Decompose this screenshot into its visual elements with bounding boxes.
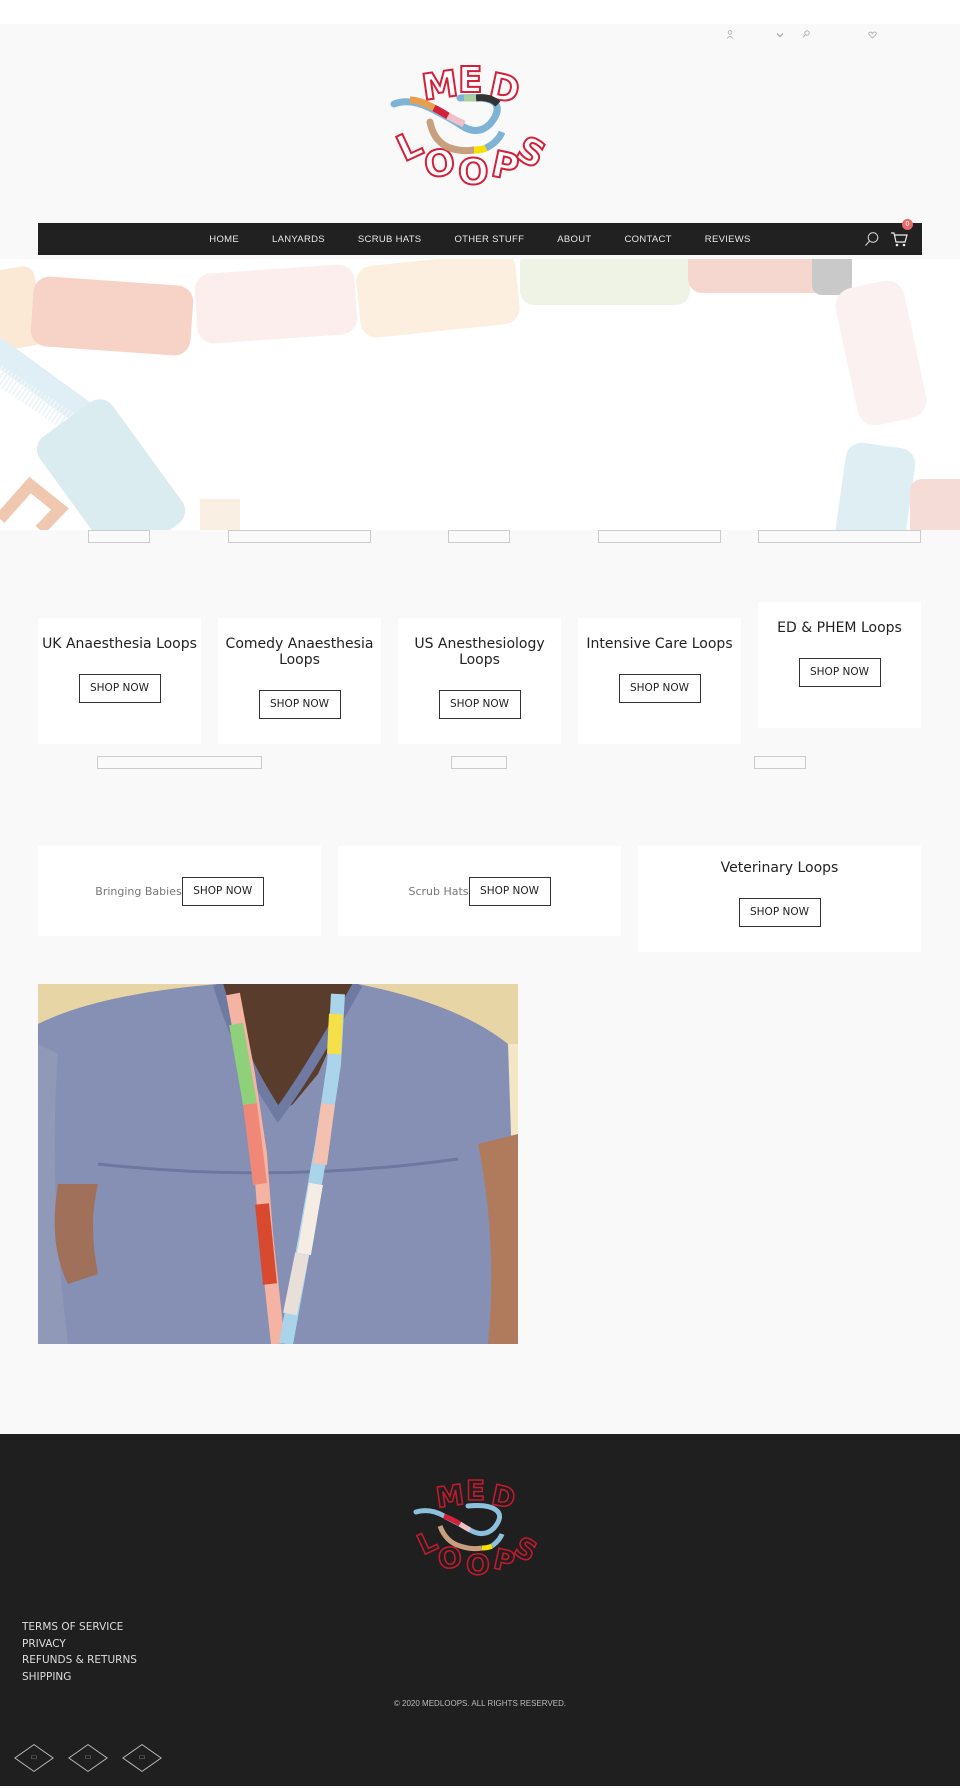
category-title: Bringing Babies bbox=[95, 884, 182, 898]
category-card: US Anesthesiology Loops SHOP NOW bbox=[398, 618, 561, 744]
cart-icon[interactable] bbox=[890, 231, 908, 247]
hero-banner bbox=[0, 259, 960, 530]
instagram-icon[interactable]: □ bbox=[68, 1744, 108, 1772]
category-tile: ED & PHEM Loops SHOP NOW bbox=[758, 530, 921, 728]
cart-count-badge: 0 bbox=[902, 219, 913, 230]
category-image-placeholder bbox=[758, 530, 921, 543]
category-card: Comedy Anaesthesia Loops SHOP NOW bbox=[218, 618, 381, 744]
category-image-placeholder bbox=[754, 756, 806, 769]
category-title: ED & PHEM Loops bbox=[777, 620, 902, 636]
shop-now-button[interactable]: SHOP NOW bbox=[78, 674, 161, 703]
svg-text:O: O bbox=[466, 1548, 490, 1581]
top-strip bbox=[0, 0, 960, 24]
search-icon[interactable] bbox=[802, 30, 810, 42]
category-tile: Scrub Hats SHOP NOW bbox=[338, 756, 621, 936]
category-image-placeholder bbox=[448, 530, 510, 543]
shop-now-button[interactable]: SHOP NOW bbox=[738, 898, 821, 927]
footer-link-shipping[interactable]: SHIPPING bbox=[22, 1669, 137, 1686]
svg-text:O: O bbox=[458, 152, 489, 193]
category-title: Comedy Anaesthesia Loops bbox=[225, 636, 374, 668]
chevron-down-icon[interactable] bbox=[776, 30, 784, 42]
category-title: US Anesthesiology Loops bbox=[414, 636, 545, 668]
category-tile: Veterinary Loops SHOP NOW bbox=[638, 756, 921, 952]
category-card: ED & PHEM Loops SHOP NOW bbox=[758, 602, 921, 728]
heart-icon[interactable] bbox=[868, 30, 877, 42]
top-utility-bar bbox=[0, 30, 960, 44]
category-tile: Intensive Care Loops SHOP NOW bbox=[578, 530, 741, 744]
category-card: Intensive Care Loops SHOP NOW bbox=[578, 618, 741, 744]
category-tile: Bringing Babies SHOP NOW bbox=[38, 756, 321, 936]
shop-now-button[interactable]: SHOP NOW bbox=[798, 658, 881, 687]
nav-item-reviews[interactable]: REVIEWS bbox=[688, 234, 767, 245]
nav-item-scrub-hats[interactable]: SCRUB HATS bbox=[341, 234, 438, 245]
category-card: Veterinary Loops SHOP NOW bbox=[638, 846, 921, 952]
category-card: Scrub Hats SHOP NOW bbox=[338, 846, 621, 936]
shop-now-button[interactable]: SHOP NOW bbox=[181, 876, 264, 906]
shop-now-button[interactable]: SHOP NOW bbox=[618, 674, 701, 703]
shop-now-button[interactable]: SHOP NOW bbox=[468, 876, 551, 906]
category-tile: UK Anaesthesia Loops SHOP NOW bbox=[38, 530, 201, 744]
shop-now-button[interactable]: SHOP NOW bbox=[438, 690, 521, 719]
bottom-strip bbox=[0, 1786, 960, 1792]
nav-item-about[interactable]: ABOUT bbox=[541, 234, 608, 245]
svg-text:D: D bbox=[485, 66, 523, 112]
copyright-text: © 2020 MEDLOOPS. ALL RIGHTS RESERVED. bbox=[393, 1699, 567, 1708]
svg-text:M: M bbox=[434, 1478, 466, 1515]
nav-item-contact[interactable]: CONTACT bbox=[608, 234, 688, 245]
category-image-placeholder bbox=[97, 756, 262, 769]
category-tile: US Anesthesiology Loops SHOP NOW bbox=[398, 530, 561, 744]
category-card: Bringing Babies SHOP NOW bbox=[38, 846, 321, 936]
nav-item-other-stuff[interactable]: OTHER STUFF bbox=[438, 234, 541, 245]
shop-now-button[interactable]: SHOP NOW bbox=[258, 690, 341, 719]
category-image-placeholder bbox=[228, 530, 371, 543]
user-icon[interactable] bbox=[726, 30, 734, 42]
footer-logo[interactable]: M E D L O O P S bbox=[410, 1473, 550, 1584]
category-title: Intensive Care Loops bbox=[586, 636, 733, 652]
facebook-icon[interactable]: □ bbox=[14, 1744, 54, 1772]
site-footer: M E D L O O P S TERMS OF SERVICE PRIVACY… bbox=[0, 1434, 960, 1786]
nav-item-home[interactable]: HOME bbox=[193, 234, 256, 245]
site-logo[interactable]: M E D L O O P S bbox=[390, 59, 560, 198]
category-tile: Comedy Anaesthesia Loops SHOP NOW bbox=[218, 530, 381, 744]
main-nav-bar: HOME LANYARDS SCRUB HATS OTHER STUFF ABO… bbox=[38, 219, 922, 255]
category-image-placeholder bbox=[88, 530, 150, 543]
footer-link-refunds[interactable]: REFUNDS & RETURNS bbox=[22, 1652, 137, 1669]
category-image-placeholder bbox=[451, 756, 507, 769]
featured-lanyard-photo bbox=[38, 984, 518, 1344]
search-icon[interactable] bbox=[864, 231, 880, 247]
category-title: UK Anaesthesia Loops bbox=[42, 636, 197, 652]
footer-links: TERMS OF SERVICE PRIVACY REFUNDS & RETUR… bbox=[22, 1619, 137, 1685]
category-title: Scrub Hats bbox=[408, 884, 469, 898]
category-title: Veterinary Loops bbox=[720, 860, 839, 876]
category-card: UK Anaesthesia Loops SHOP NOW bbox=[38, 618, 201, 744]
category-image-placeholder bbox=[598, 530, 721, 543]
footer-link-privacy[interactable]: PRIVACY bbox=[22, 1636, 137, 1653]
nav-item-lanyards[interactable]: LANYARDS bbox=[256, 234, 342, 245]
svg-text:E: E bbox=[466, 1476, 485, 1507]
footer-link-terms[interactable]: TERMS OF SERVICE bbox=[22, 1619, 137, 1636]
twitter-icon[interactable]: □ bbox=[122, 1744, 162, 1772]
